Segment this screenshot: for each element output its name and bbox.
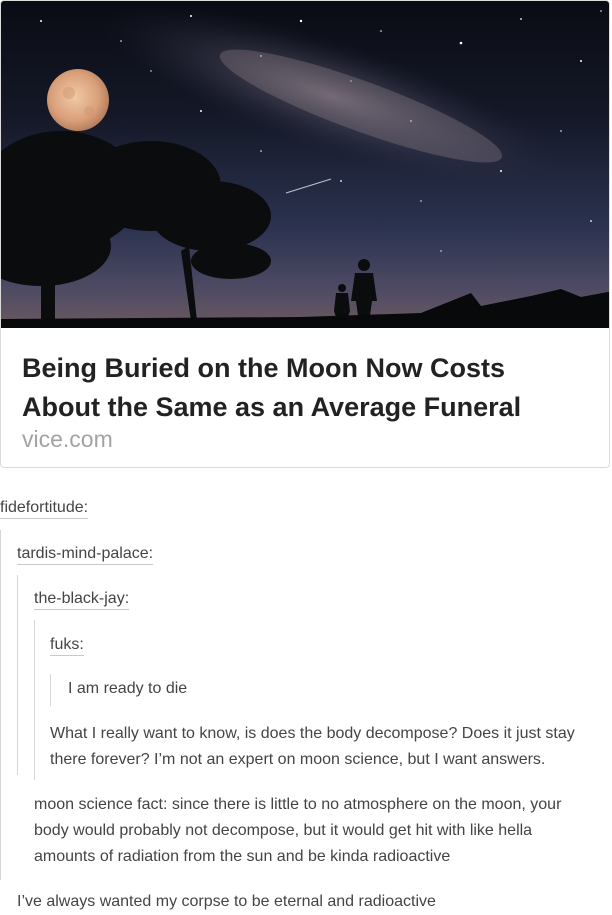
post-text-black-jay-line1: What I really want to know, is does the … bbox=[50, 725, 575, 742]
link-card[interactable]: Being Buried on the Moon Now Costs About… bbox=[0, 0, 610, 468]
night-sky-illustration bbox=[1, 5, 609, 328]
link-headline[interactable]: Being Buried on the Moon Now Costs About… bbox=[22, 349, 582, 427]
post-text-tardis-line2: body would probably not decompose, but i… bbox=[34, 822, 533, 839]
post-text-black-jay-line2: there forever? I’m not an expert on moon… bbox=[50, 751, 546, 768]
reblog-username-tardis-mind-palace[interactable]: tardis-mind-palace: bbox=[17, 545, 154, 565]
username-link[interactable]: the-black-jay bbox=[34, 590, 125, 607]
quote-border-level3 bbox=[34, 620, 35, 780]
reblog-username-the-black-jay[interactable]: the-black-jay: bbox=[34, 590, 130, 610]
username-colon: : bbox=[79, 636, 84, 653]
reblog-username-fidefortitude[interactable]: fidefortitude: bbox=[0, 499, 89, 519]
post-text-tardis-line3: amounts of radiation from the sun and be… bbox=[34, 848, 451, 865]
quote-border-level1 bbox=[0, 530, 1, 880]
post-text-fidefortitude: I’ve always wanted my corpse to be etern… bbox=[17, 893, 436, 910]
username-colon: : bbox=[124, 590, 130, 607]
post-text-tardis-line1: moon science fact: since there is little… bbox=[34, 796, 562, 813]
username-link[interactable]: fuks bbox=[50, 636, 79, 653]
username-link[interactable]: fidefortitude bbox=[0, 499, 84, 516]
people-silhouette bbox=[334, 259, 377, 323]
link-source[interactable]: vice.com bbox=[22, 426, 113, 453]
moon-icon bbox=[47, 69, 109, 131]
post-text-fuks: I am ready to die bbox=[68, 680, 188, 697]
reblog-username-fuks[interactable]: fuks: bbox=[50, 636, 84, 656]
username-colon: : bbox=[148, 545, 154, 562]
link-card-image[interactable] bbox=[1, 1, 609, 328]
quote-border-level4 bbox=[50, 674, 51, 706]
quote-border-level2 bbox=[17, 575, 18, 775]
username-link[interactable]: tardis-mind-palace bbox=[17, 545, 149, 562]
username-colon: : bbox=[83, 499, 89, 516]
